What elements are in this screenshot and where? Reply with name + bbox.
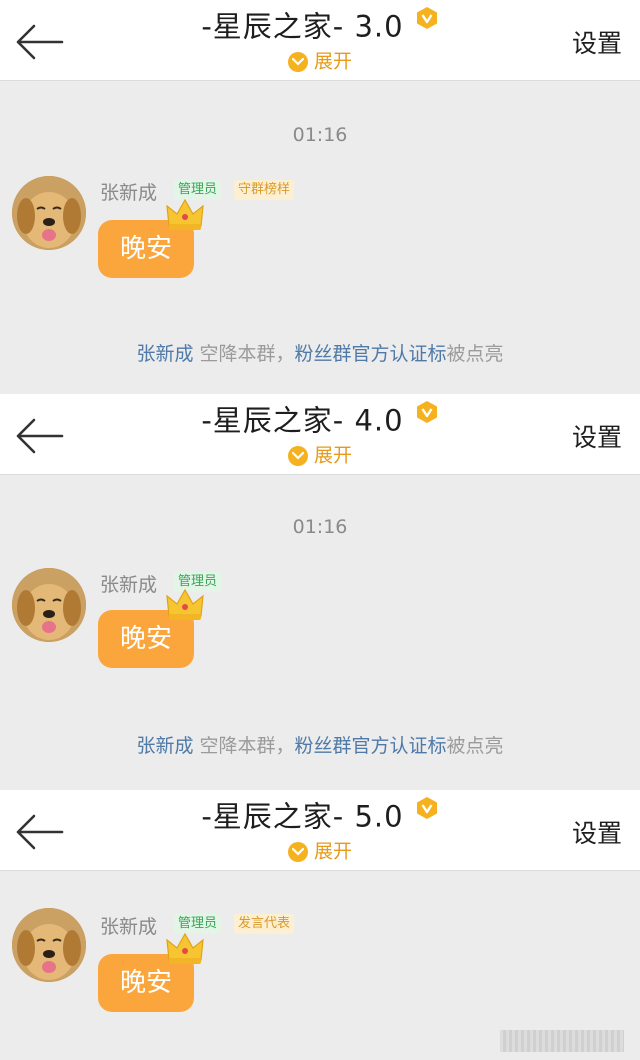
sender-name[interactable]: 张新成	[100, 178, 157, 205]
system-suffix-text: 被点亮	[446, 735, 504, 757]
watermark	[500, 1030, 624, 1052]
avatar[interactable]	[12, 568, 86, 642]
v-badge-icon	[415, 399, 439, 439]
group-title-text: -星辰之家- 3.0	[201, 9, 404, 44]
expand-label: 展开	[313, 50, 352, 73]
expand-toggle[interactable]: 展开	[0, 442, 640, 468]
system-notice: 张新成 空降本群，粉丝群官方认证标被点亮	[0, 339, 640, 366]
settings-button[interactable]: 设置	[572, 418, 622, 454]
group-title-text: -星辰之家- 5.0	[201, 799, 404, 834]
expand-label: 展开	[313, 444, 352, 467]
system-suffix-text: 被点亮	[446, 343, 504, 365]
v-badge-icon	[415, 795, 439, 835]
settings-button[interactable]: 设置	[572, 814, 622, 850]
crown-icon	[164, 586, 206, 628]
expand-toggle[interactable]: 展开	[0, 838, 640, 864]
expand-toggle[interactable]: 展开	[0, 48, 640, 74]
crown-icon	[164, 930, 206, 972]
v-badge-icon	[415, 5, 439, 45]
group-title[interactable]: -星辰之家- 5.0	[0, 796, 640, 836]
system-user-link[interactable]: 张新成	[136, 343, 193, 365]
group-title-text: -星辰之家- 4.0	[201, 403, 404, 438]
system-notice: 张新成 空降本群，粉丝群官方认证标被点亮	[0, 731, 640, 758]
chat-header: -星辰之家- 3.0 展开 设置	[0, 0, 640, 81]
chat-panel-1: -星辰之家- 3.0 展开 设置 01:16 张新成 管理员 守群榜样 晚安 张…	[0, 0, 640, 386]
chat-header: -星辰之家- 4.0 展开 设置	[0, 394, 640, 475]
avatar[interactable]	[12, 908, 86, 982]
title-badge: 守群榜样	[234, 180, 295, 200]
chevron-down-icon	[287, 51, 308, 72]
avatar[interactable]	[12, 176, 86, 250]
system-action-text: 空降本群，	[193, 343, 295, 365]
group-title[interactable]: -星辰之家- 4.0	[0, 400, 640, 440]
system-user-link[interactable]: 张新成	[136, 735, 193, 757]
chevron-down-icon	[287, 841, 308, 862]
chevron-down-icon	[287, 445, 308, 466]
title-badge: 发言代表	[234, 914, 295, 934]
sender-name[interactable]: 张新成	[100, 570, 157, 597]
chat-panel-3: -星辰之家- 5.0 展开 设置 张新成 管理员 发言代表 晚安	[0, 790, 640, 1060]
settings-button[interactable]: 设置	[572, 24, 622, 60]
chat-header: -星辰之家- 5.0 展开 设置	[0, 790, 640, 871]
system-action-text: 空降本群，	[193, 735, 295, 757]
system-highlight-link[interactable]: 粉丝群官方认证标	[295, 343, 447, 365]
crown-icon	[164, 196, 206, 238]
message-timestamp: 01:16	[292, 516, 348, 538]
message-timestamp: 01:16	[292, 124, 348, 146]
expand-label: 展开	[313, 840, 352, 863]
group-title[interactable]: -星辰之家- 3.0	[0, 6, 640, 46]
system-highlight-link[interactable]: 粉丝群官方认证标	[295, 735, 447, 757]
chat-panel-2: -星辰之家- 4.0 展开 设置 01:16 张新成 管理员 晚安 张新成 空降…	[0, 394, 640, 780]
sender-name[interactable]: 张新成	[100, 912, 157, 939]
